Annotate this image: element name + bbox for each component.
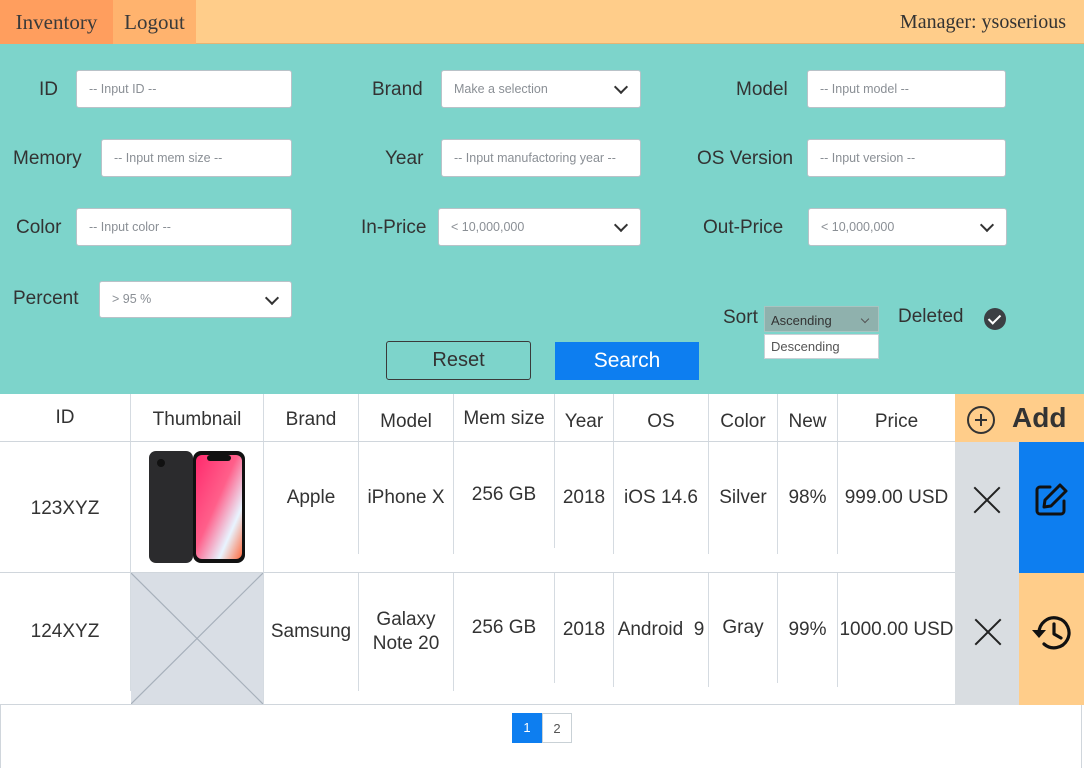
table-row: 124XYZ Samsung Galaxy Note 20 256 GB 201… [0, 573, 955, 705]
add-button-label: Add [1012, 402, 1067, 433]
col-header-os: OS [614, 394, 709, 442]
sort-select-value: Ascending [771, 313, 832, 328]
in-price-label: In-Price [361, 217, 427, 238]
cell-new: 98% [778, 442, 838, 554]
sort-label: Sort [723, 307, 758, 328]
year-input[interactable]: -- Input manufactoring year -- [441, 139, 641, 177]
restore-button[interactable] [1019, 573, 1084, 705]
cell-year: 2018 [555, 442, 614, 554]
chevron-down-icon [613, 217, 629, 233]
chevron-down-icon [264, 290, 280, 305]
os-version-label: OS Version [697, 148, 794, 169]
out-price-value: < 10,000,000 [821, 220, 895, 234]
model-label: Model [736, 79, 788, 100]
col-header-thumbnail: Thumbnail [131, 394, 264, 442]
placeholder-image [131, 573, 263, 704]
cell-mem-size: 256 GB [454, 573, 555, 683]
deleted-checkbox[interactable] [984, 308, 1006, 330]
manager-label: Manager: ysoserious [899, 11, 1066, 33]
close-icon [973, 617, 1003, 647]
close-icon [972, 485, 1002, 515]
cell-id: 123XYZ [0, 442, 131, 572]
model-input[interactable]: -- Input model -- [807, 70, 1006, 108]
cell-model: Galaxy Note 20 [359, 573, 454, 691]
col-header-color: Color [709, 394, 778, 442]
cell-thumbnail [131, 442, 264, 572]
col-header-price: Price [874, 411, 919, 432]
page-1-button[interactable]: 1 [512, 713, 542, 743]
delete-button[interactable] [955, 442, 1019, 573]
cell-color: Silver [709, 442, 778, 554]
cell-brand: Samsung [264, 573, 359, 691]
cell-new: 99% [778, 573, 838, 687]
col-header-mem-size: Mem size [454, 394, 555, 442]
col-header-new: New [778, 394, 838, 442]
out-price-select[interactable]: < 10,000,000 [808, 208, 1007, 246]
edit-button[interactable] [1019, 442, 1084, 573]
cell-os: iOS 14.6 [614, 442, 709, 554]
cell-os: Android 9 [614, 573, 709, 687]
cell-mem-size: 256 GB [454, 442, 555, 548]
page-2-button[interactable]: 2 [542, 713, 572, 743]
add-circle-icon [967, 406, 995, 434]
cell-price: 999.00 USD [844, 487, 949, 508]
cell-id: 124XYZ [0, 573, 131, 691]
chevron-down-icon [860, 314, 870, 324]
chevron-down-icon [979, 217, 995, 233]
sort-select[interactable]: Ascending [764, 306, 879, 332]
cell-color: Gray [709, 573, 778, 683]
percent-select[interactable]: > 95 % [99, 281, 292, 318]
in-price-value: < 10,000,000 [451, 220, 525, 234]
deleted-label: Deleted [898, 306, 964, 327]
brand-select[interactable]: Make a selection [441, 70, 641, 108]
memory-label: Memory [13, 148, 82, 169]
brand-select-value: Make a selection [454, 82, 548, 96]
cell-brand: Apple [264, 442, 359, 554]
delete-button[interactable] [955, 573, 1019, 705]
phone-image [149, 451, 245, 563]
sort-option-descending[interactable]: Descending [764, 334, 879, 359]
col-header-id: ID [0, 394, 131, 442]
search-button[interactable]: Search [555, 342, 699, 380]
chevron-down-icon [613, 79, 629, 95]
percent-label: Percent [13, 288, 79, 309]
col-header-model: Model [359, 394, 454, 442]
brand-label: Brand [372, 79, 423, 100]
id-label: ID [39, 79, 58, 100]
nav-inventory-tab[interactable]: Inventory [0, 0, 113, 44]
col-header-year: Year [555, 394, 614, 442]
edit-icon [1035, 483, 1068, 516]
table-border [0, 705, 1, 768]
year-label: Year [385, 148, 424, 169]
nav-logout-link[interactable]: Logout [113, 0, 196, 44]
table-row: 123XYZ Apple iPhone X 256 GB 2018 iOS 14… [0, 442, 955, 573]
reset-button[interactable]: Reset [386, 341, 531, 380]
os-version-input[interactable]: -- Input version -- [807, 139, 1006, 177]
restore-history-icon [1032, 616, 1071, 650]
table-border [1081, 705, 1082, 768]
id-input[interactable]: -- Input ID -- [76, 70, 292, 108]
col-header-brand: Brand [264, 394, 359, 442]
cell-model: iPhone X [359, 442, 454, 554]
cell-thumbnail [131, 573, 264, 704]
memory-input[interactable]: -- Input mem size -- [101, 139, 292, 177]
cell-price: 1000.00 USD [839, 619, 954, 640]
in-price-select[interactable]: < 10,000,000 [438, 208, 641, 246]
out-price-label: Out-Price [703, 217, 784, 238]
color-input[interactable]: -- Input color -- [76, 208, 292, 246]
cell-year: 2018 [555, 573, 614, 687]
percent-value: > 95 % [112, 292, 152, 306]
color-label: Color [16, 217, 62, 238]
